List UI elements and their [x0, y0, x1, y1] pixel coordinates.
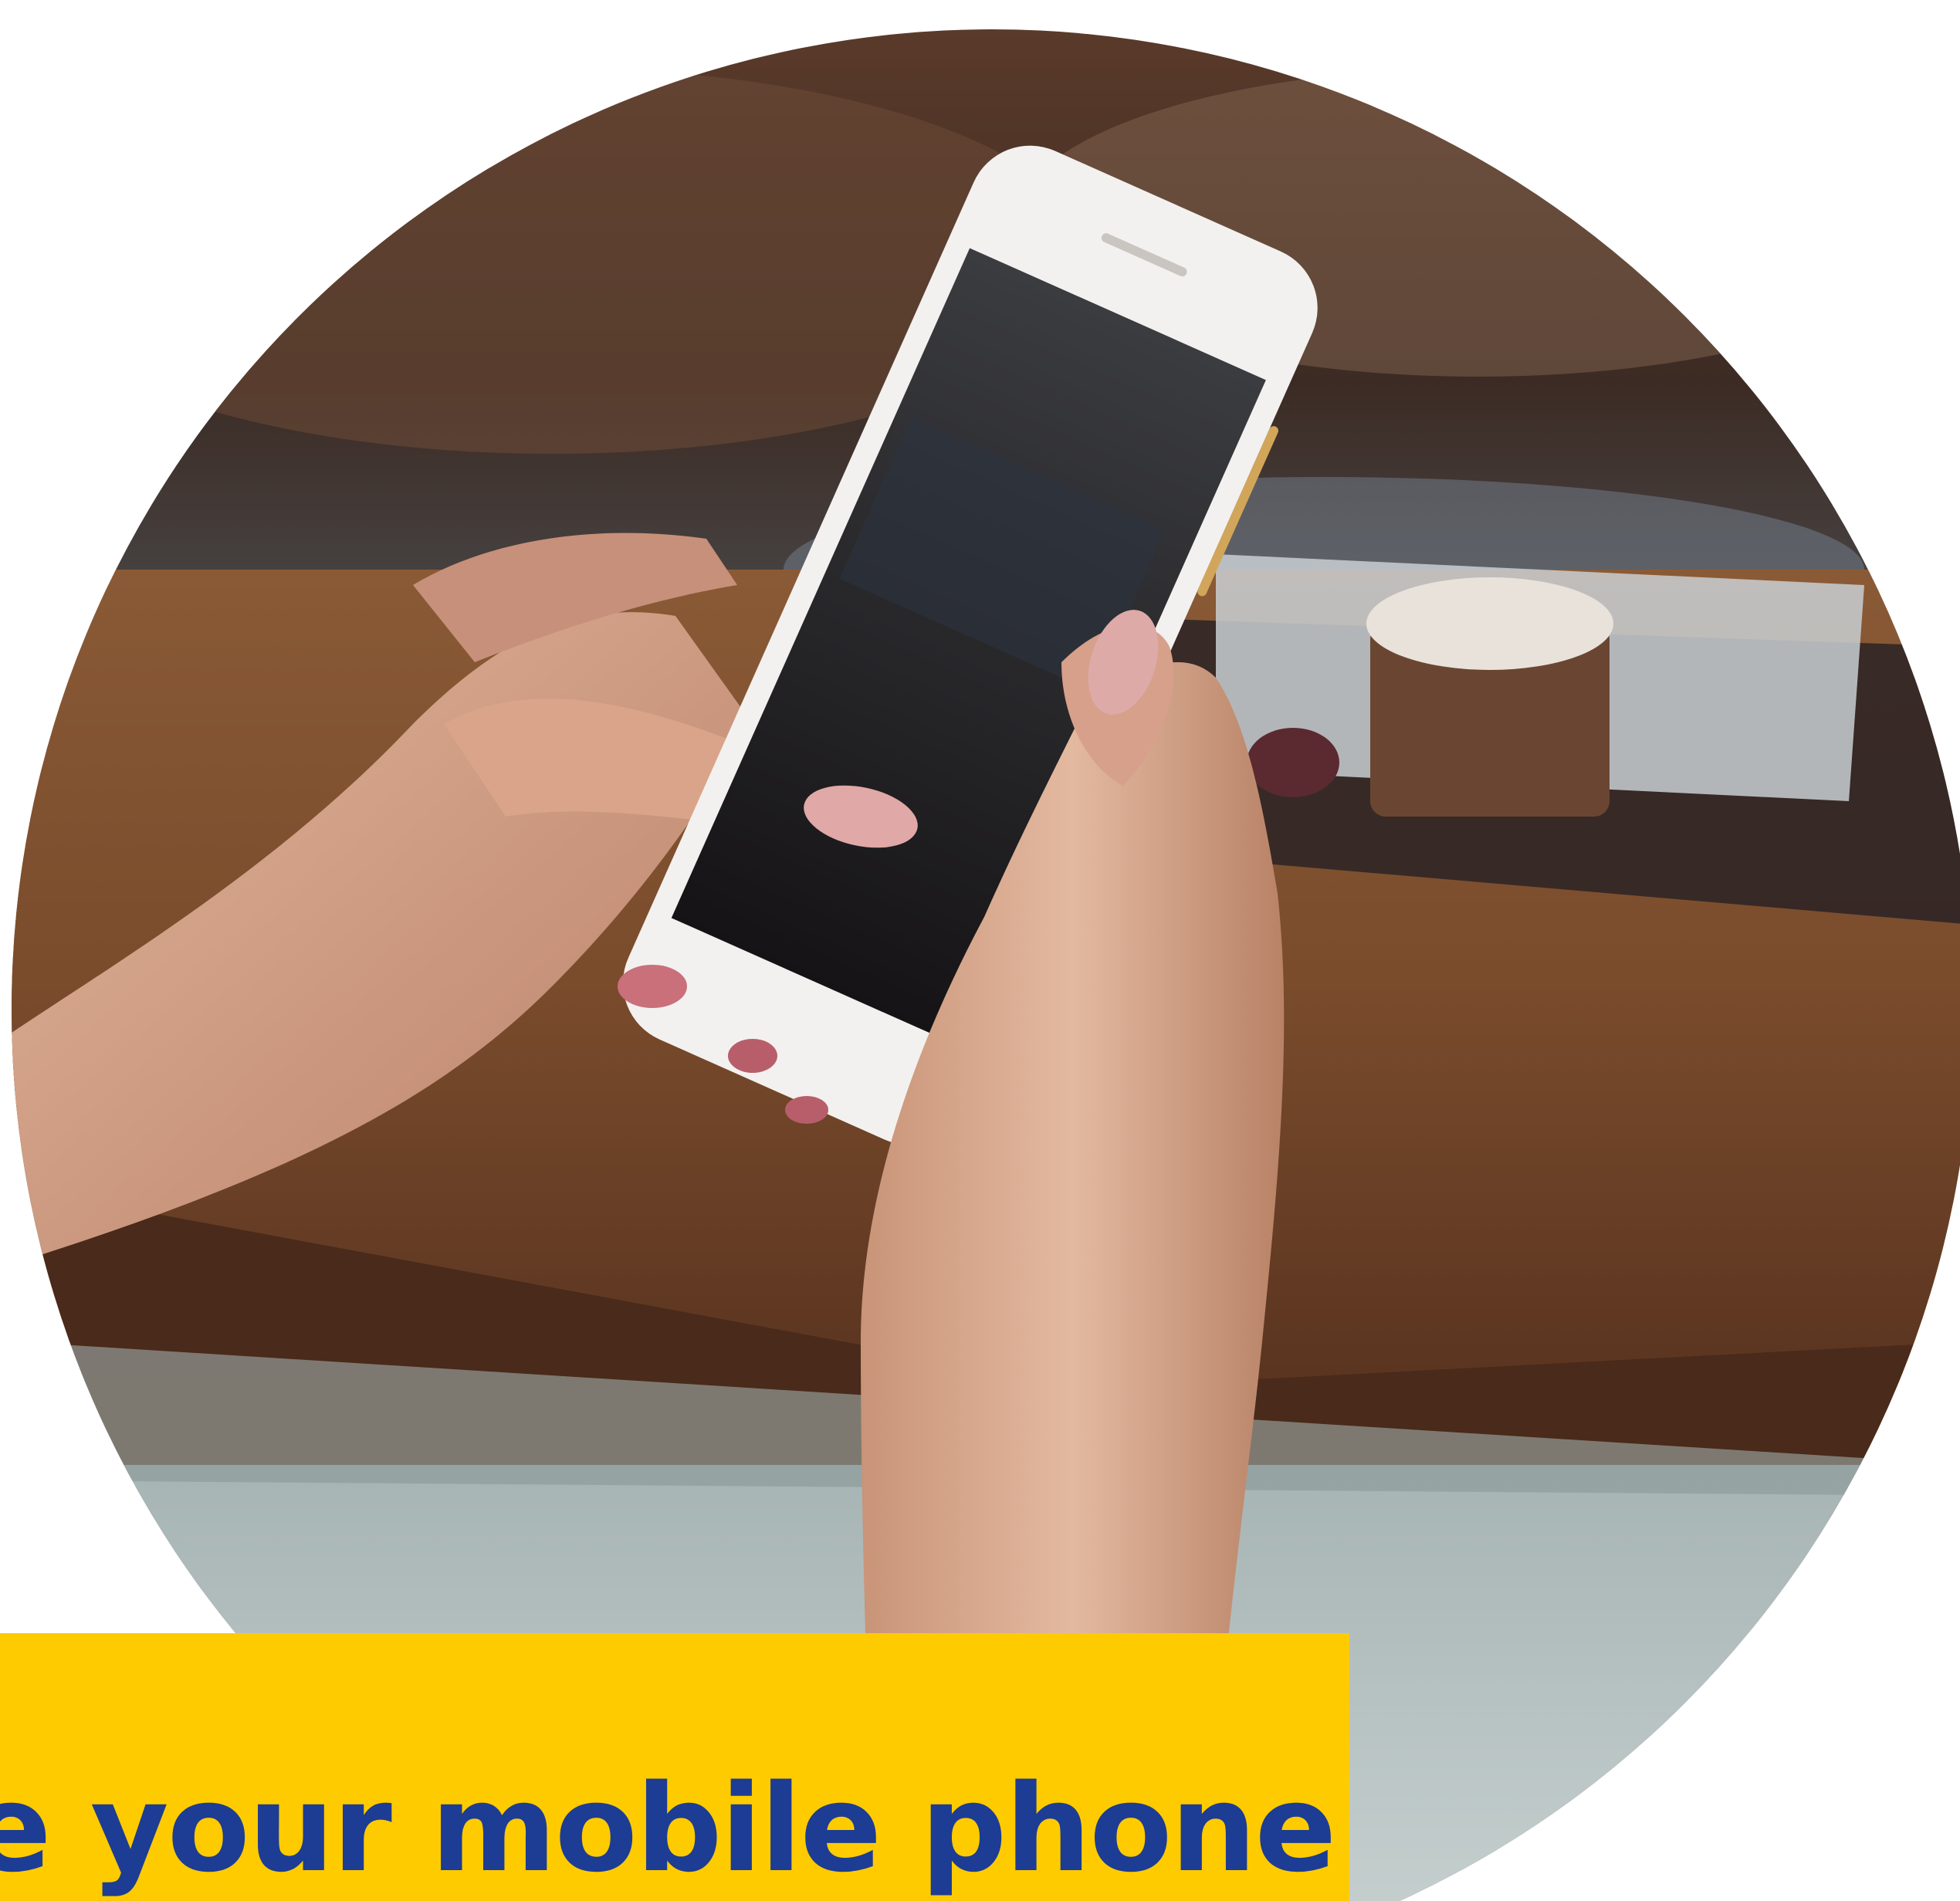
page: se your mobile phone [0, 0, 1960, 1901]
photo-circle [12, 29, 1960, 1901]
hands-holding-phone-photo [12, 29, 1960, 1901]
caption-text: se your mobile phone [0, 1758, 1336, 1899]
caption-banner: se your mobile phone [0, 1633, 1349, 1901]
